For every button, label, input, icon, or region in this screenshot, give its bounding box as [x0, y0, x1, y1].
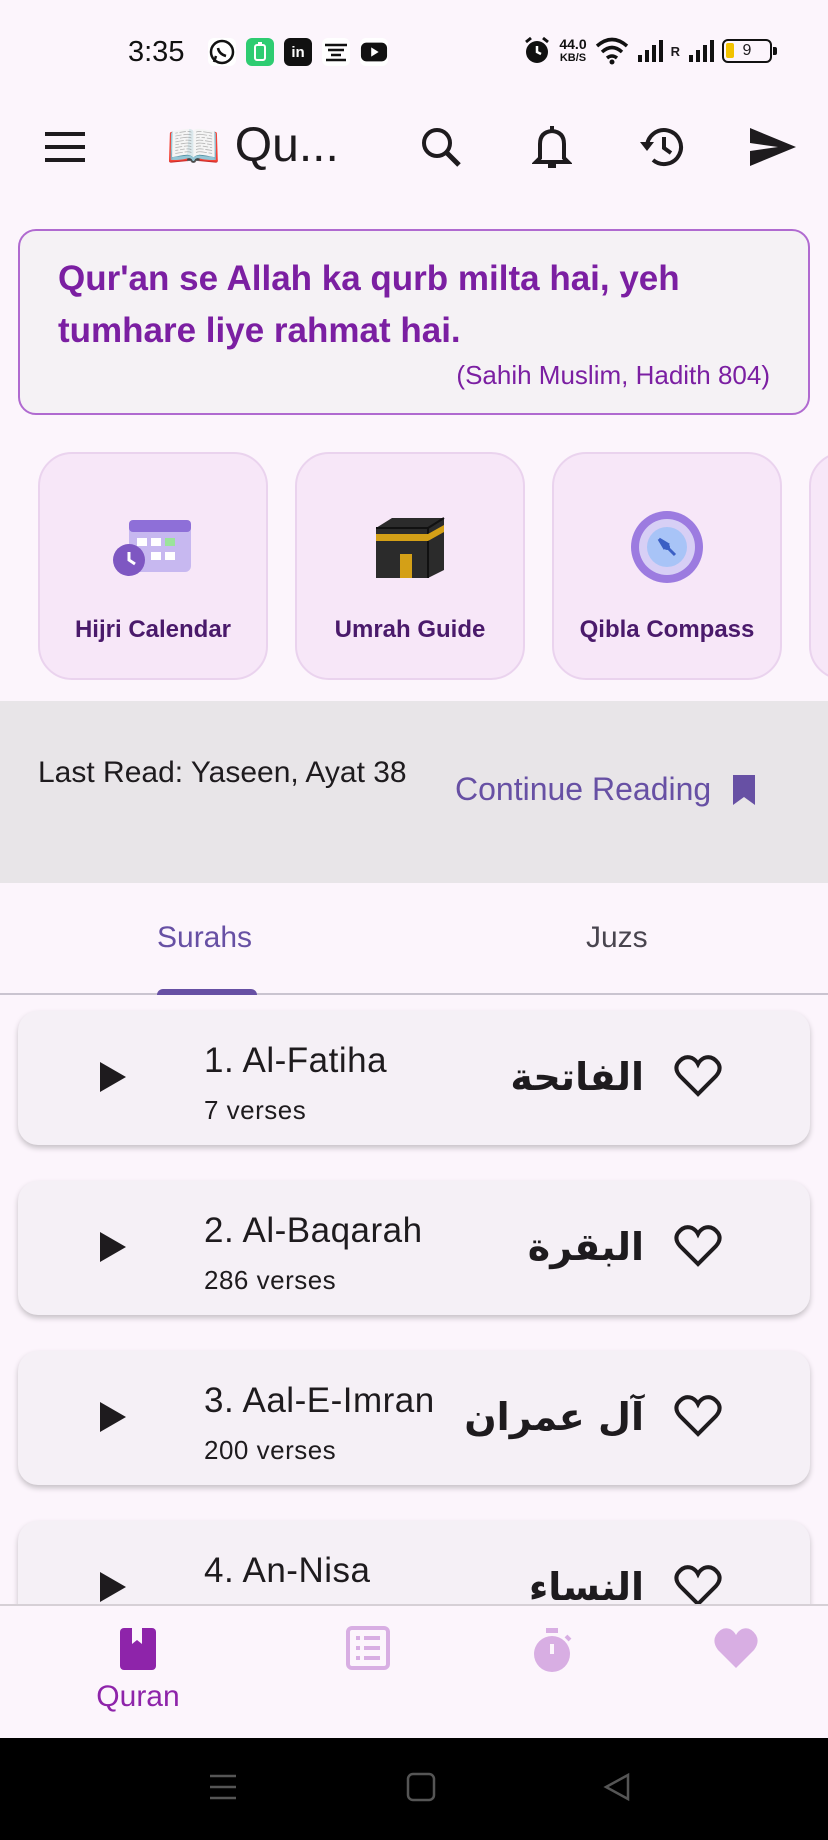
- stopwatch-icon: [534, 1628, 572, 1672]
- send-icon[interactable]: [746, 120, 800, 174]
- tab-indicator: [157, 989, 257, 995]
- play-icon[interactable]: [96, 1399, 128, 1435]
- battery-saver-icon: [246, 38, 274, 66]
- signal-icon-2: [689, 40, 714, 62]
- umrah-guide-card[interactable]: Umrah Guide: [295, 452, 525, 680]
- battery-level: 9: [742, 42, 752, 59]
- signal-icon: [637, 40, 663, 62]
- status-app-icons: in: [208, 38, 388, 66]
- bookmark-icon: [733, 774, 756, 805]
- bottom-nav: Quran: [0, 1604, 828, 1738]
- surah-row[interactable]: 1. Al-Fatiha 7 verses الفاتحة: [18, 1011, 810, 1145]
- book-icon: [120, 1628, 156, 1670]
- youtube-icon: [360, 38, 388, 66]
- app-bar: 📖 Qu...: [0, 100, 828, 194]
- alarm-icon: [525, 36, 550, 63]
- last-read-text: Last Read: Yaseen, Ayat 38: [38, 756, 407, 789]
- compass-icon: [629, 508, 705, 586]
- qibla-compass-card[interactable]: Qibla Compass: [552, 452, 782, 680]
- book-emoji-icon: 📖: [166, 121, 221, 171]
- tab-surahs[interactable]: Surahs: [157, 921, 252, 955]
- app-title-text: Qu...: [234, 119, 339, 172]
- nav-quran-label: Quran: [96, 1680, 180, 1713]
- net-speed: 44.0 KB/S: [559, 37, 586, 65]
- app-title: 📖 Qu...: [166, 118, 339, 173]
- nav-stopwatch[interactable]: [502, 1626, 602, 1674]
- net-speed-value: 44.0: [559, 36, 587, 52]
- continue-reading-button[interactable]: Continue Reading: [455, 771, 757, 808]
- surah-row[interactable]: 2. Al-Baqarah 286 verses البقرة: [18, 1181, 810, 1315]
- hijri-calendar-card[interactable]: Hijri Calendar: [38, 452, 268, 680]
- surah-list[interactable]: 1. Al-Fatiha 7 verses الفاتحة 2. Al-Baqa…: [0, 997, 828, 1605]
- surah-verses: 7 verses: [204, 1095, 307, 1125]
- heart-icon: [714, 1628, 758, 1668]
- bell-icon[interactable]: [525, 120, 579, 174]
- play-icon[interactable]: [96, 1569, 128, 1605]
- qibla-compass-label: Qibla Compass: [579, 616, 755, 643]
- continue-reading-label: Continue Reading: [455, 771, 712, 807]
- menu-icon[interactable]: [38, 120, 92, 174]
- recent-apps-icon[interactable]: [208, 1772, 238, 1802]
- surah-arabic-name: آل عمران: [464, 1395, 644, 1439]
- nav-favorites[interactable]: [686, 1626, 786, 1670]
- status-right: 44.0 KB/S R 9: [523, 36, 777, 66]
- hadith-quote-card: Qur'an se Allah ka qurb milta hai, yeh t…: [18, 229, 810, 415]
- surah-arabic-name: البقرة: [527, 1225, 644, 1269]
- app-icon: [322, 38, 350, 66]
- whatsapp-icon: [208, 38, 236, 66]
- home-icon[interactable]: [406, 1772, 436, 1802]
- surah-row[interactable]: 4. An-Nisa النساء: [18, 1521, 810, 1605]
- status-bar: 3:35 in 44.0 KB/S R 9: [0, 0, 828, 100]
- quote-reference: (Sahih Muslim, Hadith 804): [456, 360, 770, 390]
- nav-list[interactable]: [318, 1626, 418, 1670]
- kaaba-icon: [372, 508, 448, 586]
- quote-text: Qur'an se Allah ka qurb milta hai, yeh t…: [58, 259, 680, 350]
- hijri-calendar-label: Hijri Calendar: [74, 616, 232, 643]
- search-icon[interactable]: [414, 120, 468, 174]
- surah-row[interactable]: 3. Aal-E-Imran 200 verses آل عمران: [18, 1351, 810, 1485]
- tab-bar: Surahs Juzs: [0, 883, 828, 995]
- history-icon[interactable]: [635, 120, 689, 174]
- nav-quran[interactable]: Quran: [88, 1626, 188, 1714]
- heart-icon[interactable]: [674, 1394, 722, 1438]
- surah-arabic-name: الفاتحة: [510, 1055, 644, 1099]
- list-icon: [346, 1626, 390, 1670]
- battery-icon: 9: [722, 39, 777, 63]
- surah-name: 1. Al-Fatiha: [204, 1041, 388, 1080]
- back-icon[interactable]: [602, 1772, 632, 1802]
- linkedin-icon: in: [284, 38, 312, 66]
- play-icon[interactable]: [96, 1059, 128, 1095]
- system-nav-bar: [0, 1738, 828, 1840]
- feature-card-partial[interactable]: [809, 452, 828, 680]
- heart-icon[interactable]: [674, 1054, 722, 1098]
- surah-name: 2. Al-Baqarah: [204, 1211, 423, 1250]
- surah-name: 4. An-Nisa: [204, 1551, 371, 1590]
- surah-name: 3. Aal-E-Imran: [204, 1381, 435, 1420]
- surah-verses: 200 verses: [204, 1435, 337, 1465]
- calendar-icon: [111, 508, 195, 586]
- feature-carousel[interactable]: Hijri Calendar Umrah Guide Qibla Compass: [0, 452, 828, 682]
- tab-juzs[interactable]: Juzs: [586, 921, 648, 955]
- play-icon[interactable]: [96, 1229, 128, 1265]
- wifi-icon: [595, 37, 628, 65]
- surah-arabic-name: النساء: [528, 1565, 644, 1605]
- heart-icon[interactable]: [674, 1564, 722, 1605]
- net-speed-unit: KB/S: [559, 52, 587, 64]
- heart-icon[interactable]: [674, 1224, 722, 1268]
- surah-verses: 286 verses: [204, 1265, 337, 1295]
- sim-label: R: [670, 43, 680, 59]
- last-read-banner: Last Read: Yaseen, Ayat 38 Continue Read…: [0, 701, 828, 883]
- umrah-guide-label: Umrah Guide: [334, 616, 486, 643]
- status-time: 3:35: [128, 36, 185, 68]
